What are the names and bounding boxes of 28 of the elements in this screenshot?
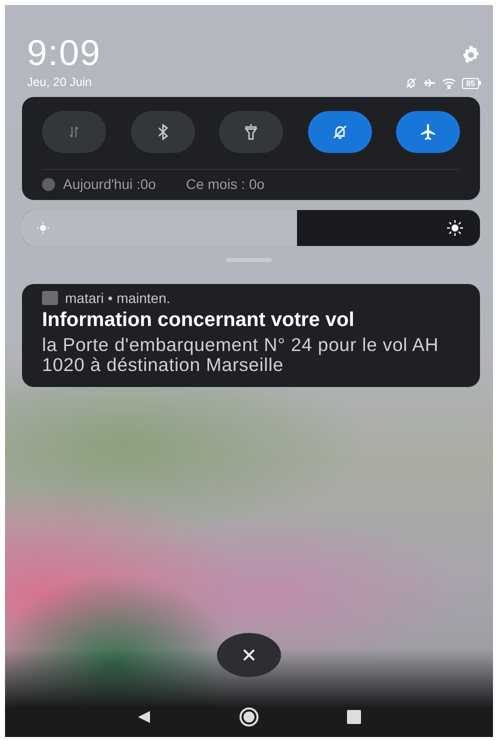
- airplane-icon: [419, 123, 437, 141]
- airplane-toggle[interactable]: [396, 111, 460, 153]
- muted-bell-icon: [332, 124, 348, 140]
- flashlight-toggle[interactable]: [219, 111, 283, 153]
- data-toggle[interactable]: [42, 111, 106, 153]
- flashlight-icon: [243, 124, 259, 140]
- app-icon: [42, 291, 58, 305]
- clock-time: 9:09: [27, 33, 102, 73]
- brightness-slider[interactable]: [22, 210, 480, 246]
- airplane-icon: [423, 77, 436, 89]
- notification-title: Information concernant votre vol: [42, 309, 356, 332]
- bluetooth-icon: [156, 124, 170, 140]
- date-label: Jeu, 20 Juin: [27, 75, 93, 89]
- back-icon[interactable]: [137, 710, 151, 724]
- notification-app: matari • mainten.: [65, 290, 170, 306]
- notification-body: la Porte d'embarquement N° 24 pour le vol AH 1020 à déstination Marseille: [42, 335, 440, 375]
- home-icon[interactable]: [239, 707, 259, 727]
- today-usage: Aujourd'hui :0o: [63, 176, 156, 192]
- muted-bell-icon: [405, 77, 418, 89]
- wifi-icon: [442, 77, 456, 89]
- data-transfer-icon: [67, 125, 81, 139]
- mute-toggle[interactable]: [308, 111, 372, 153]
- battery-icon: 85: [462, 78, 481, 88]
- close-icon: [242, 648, 256, 662]
- high-brightness-icon: [446, 219, 464, 237]
- bluetooth-toggle[interactable]: [130, 111, 194, 153]
- month-usage: Ce mois : 0o: [186, 176, 265, 192]
- low-brightness-icon: [36, 221, 50, 235]
